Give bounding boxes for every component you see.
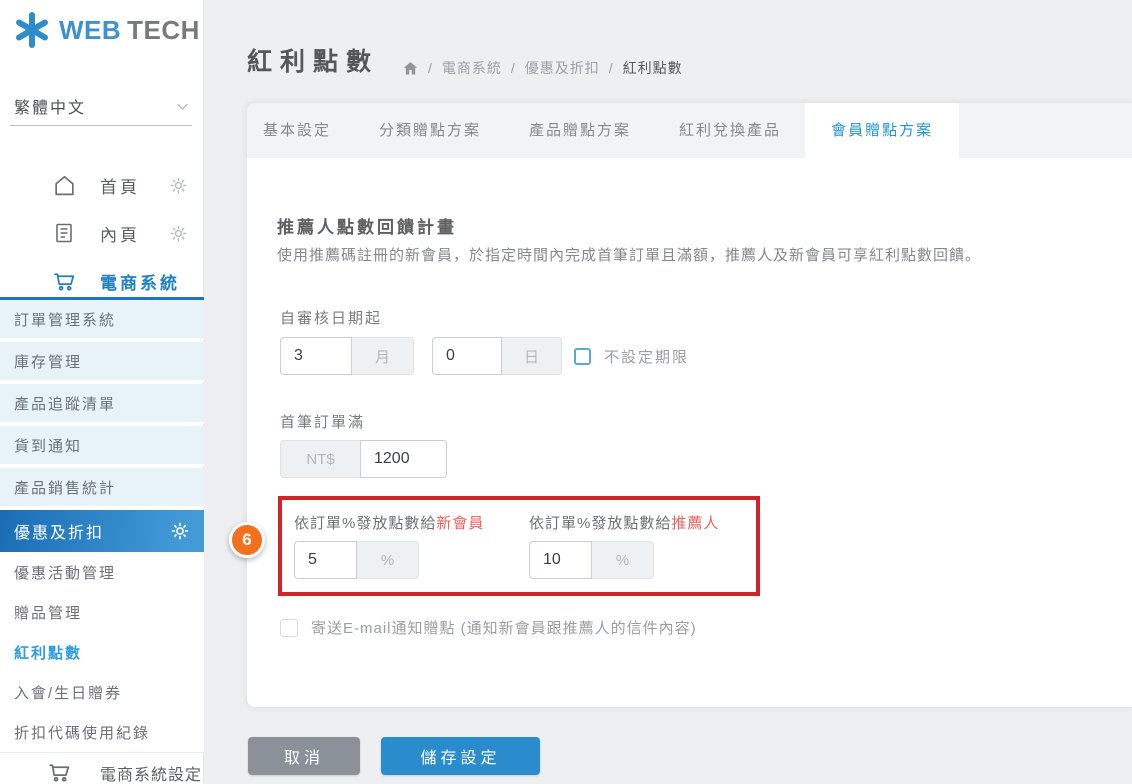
sidebar-item-promo-activity[interactable]: 優惠活動管理 <box>0 552 204 592</box>
sidebar-item-label: 內頁 <box>100 221 140 246</box>
sidebar-item-inventory[interactable]: 庫存管理 <box>0 342 204 382</box>
sidebar-item-label: 電商系統設定 <box>100 761 202 784</box>
home-icon <box>52 172 78 198</box>
no-deadline-checkbox[interactable] <box>574 348 591 365</box>
new-member-percent-input[interactable] <box>294 541 357 579</box>
percent-addon: % <box>592 541 654 579</box>
page-title: 紅利點數 <box>247 42 379 78</box>
sidebar-item-bonus-points[interactable]: 紅利點數 <box>0 632 204 672</box>
breadcrumb-separator: / <box>511 60 516 76</box>
sidebar-item-inner-pages[interactable]: 內頁 <box>0 214 204 252</box>
save-button[interactable]: 儲存設定 <box>381 737 540 775</box>
language-value: 繁體中文 <box>14 94 86 118</box>
breadcrumb-item-current: 紅利點數 <box>623 58 683 78</box>
label-target-referrer: 推薦人 <box>671 515 719 532</box>
label-target-new-member: 新會員 <box>436 515 484 532</box>
sidebar-item-product-tracking[interactable]: 產品追蹤清單 <box>0 384 204 424</box>
sidebar-item-ecommerce[interactable]: 電商系統 <box>0 262 204 300</box>
highlight-box: 6 依訂單%發放點數給新會員 % 依訂單%發放點數給推薦人 % <box>278 496 760 596</box>
tab-product-points-plan[interactable]: 產品贈點方案 <box>505 103 655 158</box>
chevron-down-icon <box>175 99 190 114</box>
month-input-group: 月 <box>280 337 414 375</box>
sidebar-item-label: 首頁 <box>100 173 140 198</box>
day-input[interactable] <box>432 337 502 375</box>
breadcrumb: / 電商系統 / 優惠及折扣 / 紅利點數 <box>402 58 683 78</box>
brand-text: WEBTECH <box>59 15 200 46</box>
new-member-percent-label: 依訂單%發放點數給新會員 <box>294 512 484 533</box>
gear-icon[interactable] <box>169 176 188 195</box>
currency-addon: NT$ <box>280 440 360 478</box>
tab-category-points-plan[interactable]: 分類贈點方案 <box>355 103 505 158</box>
page-icon <box>52 220 78 246</box>
email-notify-checkbox[interactable] <box>280 619 298 637</box>
section-title: 推薦人點數回饋計畫 <box>277 213 457 238</box>
referrer-percent-input[interactable] <box>529 541 592 579</box>
gear-icon[interactable] <box>170 521 190 541</box>
email-notify-label[interactable]: 寄送E-mail通知贈點 (通知新會員跟推薦人的信件內容) <box>311 617 697 638</box>
new-member-percent-group: % <box>294 541 484 579</box>
label-prefix: 依訂單%發放點數給 <box>529 515 671 532</box>
tab-bar: 基本設定 分類贈點方案 產品贈點方案 紅利兌換產品 會員贈點方案 <box>247 103 1132 158</box>
sidebar-item-gift-management[interactable]: 贈品管理 <box>0 592 204 632</box>
referrer-percent-group: % <box>529 541 719 579</box>
sidebar: WEBTECH 繁體中文 首頁 內頁 電商系統 訂單管理系統 庫存管理 <box>0 0 204 784</box>
email-notify-row: 寄送E-mail通知贈點 (通知新會員跟推薦人的信件內容) <box>280 617 697 638</box>
breadcrumb-item[interactable]: 優惠及折扣 <box>525 58 600 78</box>
sidebar-item-membership-birthday-voucher[interactable]: 入會/生日贈券 <box>0 672 204 712</box>
language-divider <box>10 125 192 126</box>
sidebar-item-label: 電商系統 <box>100 269 180 294</box>
label-prefix: 依訂單%發放點數給 <box>294 515 436 532</box>
gear-icon[interactable] <box>169 224 188 243</box>
referrer-percent-label: 依訂單%發放點數給推薦人 <box>529 512 719 533</box>
tab-member-points-plan[interactable]: 會員贈點方案 <box>805 103 959 158</box>
first-order-label: 首筆訂單滿 <box>280 411 365 432</box>
month-input[interactable] <box>280 337 352 375</box>
cart-icon <box>52 268 78 294</box>
sidebar-item-ecommerce-settings[interactable]: 電商系統設定 <box>0 752 204 784</box>
amount-input[interactable] <box>360 440 447 478</box>
audit-date-row: 月 日 不設定期限 <box>280 337 689 375</box>
sidebar-item-order-management[interactable]: 訂單管理系統 <box>0 300 204 340</box>
home-icon[interactable] <box>402 60 419 77</box>
percent-addon: % <box>357 541 419 579</box>
first-order-row: NT$ <box>280 440 447 478</box>
sidebar-item-home[interactable]: 首頁 <box>0 166 204 204</box>
day-unit-addon: 日 <box>502 337 562 375</box>
day-input-group: 日 <box>432 337 562 375</box>
sidebar-item-sales-stats[interactable]: 產品銷售統計 <box>0 468 204 508</box>
breadcrumb-separator: / <box>428 60 433 76</box>
month-unit-addon: 月 <box>352 337 414 375</box>
referrer-percent-field: 依訂單%發放點數給推薦人 % <box>529 512 719 579</box>
asterisk-logo-icon <box>12 8 52 52</box>
section-description: 使用推薦碼註冊的新會員，於指定時間內完成首筆訂單且滿額，推薦人及新會員可享紅利點… <box>277 244 981 265</box>
sidebar-item-discount-code-history[interactable]: 折扣代碼使用紀錄 <box>0 712 204 752</box>
tab-basic-settings[interactable]: 基本設定 <box>247 103 355 158</box>
amount-input-group: NT$ <box>280 440 447 478</box>
brand-primary: WEB <box>59 15 121 45</box>
sidebar-item-label: 優惠及折扣 <box>14 519 104 543</box>
sidebar-item-promotions-discounts[interactable]: 優惠及折扣 <box>0 510 204 552</box>
content-card: 基本設定 分類贈點方案 產品贈點方案 紅利兌換產品 會員贈點方案 推薦人點數回饋… <box>247 103 1132 707</box>
audit-date-label: 自審核日期起 <box>280 307 382 328</box>
breadcrumb-item[interactable]: 電商系統 <box>442 58 502 78</box>
tab-points-redeem-products[interactable]: 紅利兌換產品 <box>655 103 805 158</box>
sidebar-item-arrival-notice[interactable]: 貨到通知 <box>0 426 204 466</box>
breadcrumb-separator: / <box>609 60 614 76</box>
new-member-percent-field: 依訂單%發放點數給新會員 % <box>294 512 484 579</box>
cart-icon <box>47 760 73 784</box>
no-deadline-label[interactable]: 不設定期限 <box>604 346 689 367</box>
cancel-button[interactable]: 取消 <box>248 737 360 775</box>
app-logo: WEBTECH <box>12 8 200 52</box>
language-selector[interactable]: 繁體中文 <box>14 94 190 118</box>
brand-secondary: TECH <box>127 15 200 45</box>
step-badge: 6 <box>229 522 265 558</box>
